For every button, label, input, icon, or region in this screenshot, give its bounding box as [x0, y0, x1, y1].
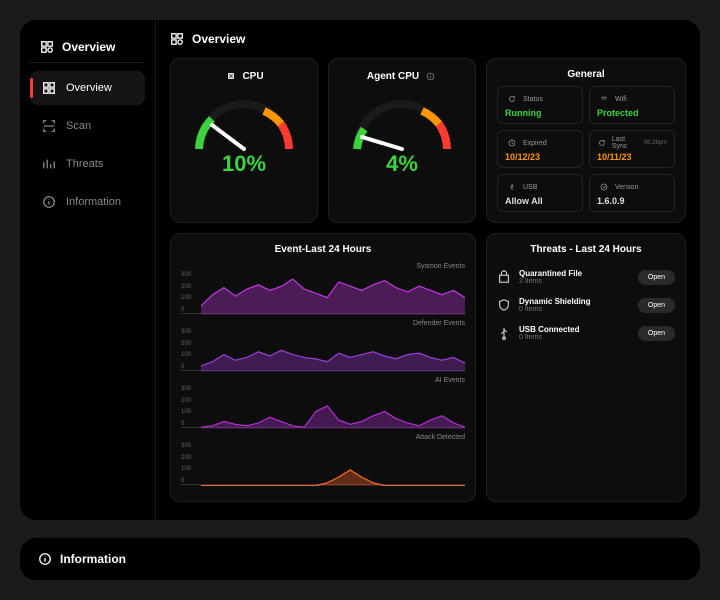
sidebar: Overview Overview Scan Threats Informati… — [20, 20, 155, 520]
events-title: Event-Last 24 Hours — [181, 244, 465, 255]
chart: 3002001000 — [181, 272, 465, 314]
threat-sub: 2 Items — [519, 278, 582, 285]
clock-icon — [505, 136, 519, 150]
usb-value: Allow All — [505, 196, 575, 206]
threat-item: USB Connected 0 Items Open — [497, 319, 675, 347]
sidebar-title: Overview — [62, 40, 115, 54]
expired-value: 10/12/23 — [505, 152, 575, 162]
events-panel: Event-Last 24 Hours Sysmon Events 300200… — [170, 233, 476, 502]
chart-row: AI Events 3002001000 — [181, 377, 465, 428]
info-card-title: Information — [60, 552, 126, 566]
sync-cell: Last Sync06:28pm 10/11/23 — [589, 130, 675, 168]
app-window: Overview Overview Scan Threats Informati… — [20, 20, 700, 520]
page-header: Overview — [170, 32, 686, 46]
threat-item: Dynamic Shielding 0 Items Open — [497, 291, 675, 319]
page-title: Overview — [192, 32, 245, 46]
version-icon — [597, 180, 611, 194]
refresh-icon — [505, 92, 519, 106]
agent-cpu-gauge — [342, 89, 462, 159]
threats-icon — [42, 157, 56, 171]
cpu-title: CPU — [242, 71, 263, 82]
info-icon[interactable] — [423, 69, 437, 83]
sync-value: 10/11/23 — [597, 152, 667, 162]
nav-overview[interactable]: Overview — [30, 71, 145, 105]
threat-name: Quarantined File — [519, 269, 582, 278]
nav-label: Information — [66, 196, 121, 208]
chart-label: Attack Detected — [181, 434, 465, 441]
chart: 3002001000 — [181, 443, 465, 485]
threat-sub: 0 Items — [519, 334, 579, 341]
agent-cpu-title: Agent CPU — [367, 71, 419, 82]
dashboard-icon — [40, 40, 54, 54]
sidebar-header: Overview — [30, 32, 145, 63]
threats-panel: Threats - Last 24 Hours Quarantined File… — [486, 233, 686, 502]
wifi-cell: Wifi Protected — [589, 86, 675, 124]
chart-label: Defender Events — [181, 320, 465, 327]
info-icon — [38, 552, 52, 566]
chart: 3002001000 — [181, 386, 465, 428]
nav-label: Scan — [66, 120, 91, 132]
usb-icon — [505, 180, 519, 194]
scan-icon — [42, 119, 56, 133]
cpu-icon — [224, 69, 238, 83]
overview-icon — [42, 81, 56, 95]
nav-scan[interactable]: Scan — [30, 109, 145, 143]
agent-cpu-panel: Agent CPU 4% — [328, 58, 476, 223]
threat-icon — [497, 326, 511, 340]
nav-threats[interactable]: Threats — [30, 147, 145, 181]
wifi-value: Protected — [597, 108, 667, 118]
chart: 3002001000 — [181, 329, 465, 371]
information-card[interactable]: Information — [20, 538, 700, 580]
threat-icon — [497, 270, 511, 284]
threat-item: Quarantined File 2 Items Open — [497, 263, 675, 291]
cpu-panel: CPU 10% — [170, 58, 318, 223]
sync-icon — [597, 136, 608, 150]
usb-cell: USB Allow All — [497, 174, 583, 212]
info-icon — [42, 195, 56, 209]
threat-sub: 0 Items — [519, 306, 591, 313]
threat-icon — [497, 298, 511, 312]
chart-label: AI Events — [181, 377, 465, 384]
chart-row: Defender Events 3002001000 — [181, 320, 465, 371]
status-value: Running — [505, 108, 575, 118]
dashboard-icon — [170, 32, 184, 46]
nav-label: Overview — [66, 82, 112, 94]
general-panel: General Status Running Wifi Protected Ex… — [486, 58, 686, 223]
threat-name: Dynamic Shielding — [519, 297, 591, 306]
threat-name: USB Connected — [519, 325, 579, 334]
version-value: 1.6.0.9 — [597, 196, 667, 206]
open-button[interactable]: Open — [638, 270, 675, 285]
general-title: General — [497, 69, 675, 80]
status-cell: Status Running — [497, 86, 583, 124]
cpu-gauge — [184, 89, 304, 159]
open-button[interactable]: Open — [638, 326, 675, 341]
chart-row: Sysmon Events 3002001000 — [181, 263, 465, 314]
chart-label: Sysmon Events — [181, 263, 465, 270]
nav-label: Threats — [66, 158, 103, 170]
main-content: Overview CPU 10% Agent CPU — [155, 20, 700, 520]
expired-cell: Expired 10/12/23 — [497, 130, 583, 168]
chart-row: Attack Detected 3002001000 — [181, 434, 465, 485]
nav-information[interactable]: Information — [30, 185, 145, 219]
version-cell: Version 1.6.0.9 — [589, 174, 675, 212]
wifi-icon — [597, 92, 611, 106]
open-button[interactable]: Open — [638, 298, 675, 313]
threats-title: Threats - Last 24 Hours — [497, 244, 675, 255]
